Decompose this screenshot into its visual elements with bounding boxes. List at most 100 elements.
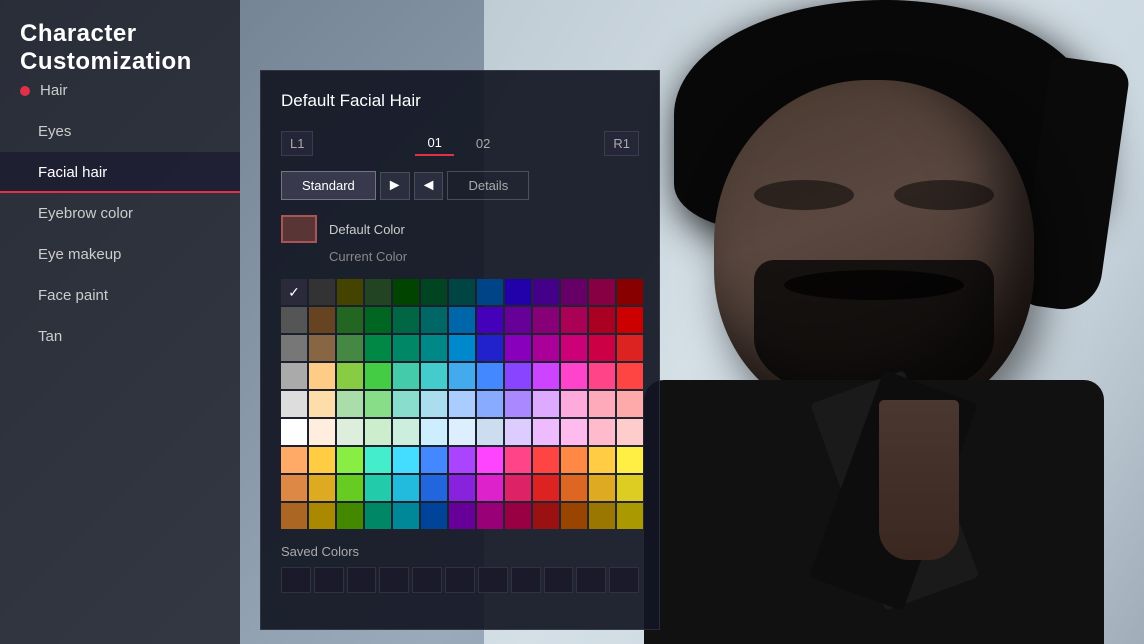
color-cell-8-10[interactable] — [561, 503, 587, 529]
color-cell-8-12[interactable] — [617, 503, 643, 529]
color-cell-8-8[interactable] — [505, 503, 531, 529]
color-cell-5-9[interactable] — [533, 419, 559, 445]
color-cell-4-6[interactable] — [449, 391, 475, 417]
color-cell-1-4[interactable] — [393, 307, 419, 333]
color-cell-5-0[interactable] — [281, 419, 307, 445]
color-cell-2-5[interactable] — [421, 335, 447, 361]
r1-button[interactable]: R1 — [604, 131, 639, 156]
color-cell-7-11[interactable] — [589, 475, 615, 501]
color-cell-4-4[interactable] — [393, 391, 419, 417]
color-cell-0-4[interactable] — [393, 279, 419, 305]
color-cell-8-9[interactable] — [533, 503, 559, 529]
color-cell-6-1[interactable] — [309, 447, 335, 473]
color-cell-6-5[interactable] — [421, 447, 447, 473]
color-cell-3-3[interactable] — [365, 363, 391, 389]
color-cell-1-9[interactable] — [533, 307, 559, 333]
color-cell-3-5[interactable] — [421, 363, 447, 389]
color-cell-7-9[interactable] — [533, 475, 559, 501]
color-cell-3-7[interactable] — [477, 363, 503, 389]
color-cell-3-9[interactable] — [533, 363, 559, 389]
color-cell-7-10[interactable] — [561, 475, 587, 501]
sidebar-item-eye-makeup[interactable]: Eye makeup — [0, 234, 240, 275]
color-cell-2-7[interactable] — [477, 335, 503, 361]
sidebar-item-facial-hair[interactable]: Facial hair — [0, 152, 240, 193]
color-cell-2-8[interactable] — [505, 335, 531, 361]
color-cell-0-12[interactable] — [617, 279, 643, 305]
color-cell-6-11[interactable] — [589, 447, 615, 473]
color-cell-6-2[interactable] — [337, 447, 363, 473]
color-cell-6-12[interactable] — [617, 447, 643, 473]
sidebar-item-tan[interactable]: Tan — [0, 316, 240, 357]
color-cell-5-3[interactable] — [365, 419, 391, 445]
color-cell-1-3[interactable] — [365, 307, 391, 333]
color-cell-0-10[interactable] — [561, 279, 587, 305]
color-cell-0-3[interactable] — [365, 279, 391, 305]
color-cell-3-8[interactable] — [505, 363, 531, 389]
color-cell-1-1[interactable] — [309, 307, 335, 333]
color-cell-6-10[interactable] — [561, 447, 587, 473]
color-cell-6-7[interactable] — [477, 447, 503, 473]
sidebar-item-eyebrow-color[interactable]: Eyebrow color — [0, 193, 240, 234]
color-cell-5-11[interactable] — [589, 419, 615, 445]
color-cell-8-2[interactable] — [337, 503, 363, 529]
color-cell-3-4[interactable] — [393, 363, 419, 389]
saved-color-5[interactable] — [445, 567, 475, 593]
color-cell-0-5[interactable] — [421, 279, 447, 305]
color-cell-4-11[interactable] — [589, 391, 615, 417]
color-cell-8-7[interactable] — [477, 503, 503, 529]
color-cell-3-1[interactable] — [309, 363, 335, 389]
color-cell-6-9[interactable] — [533, 447, 559, 473]
color-cell-8-1[interactable] — [309, 503, 335, 529]
saved-color-1[interactable] — [314, 567, 344, 593]
color-cell-0-11[interactable] — [589, 279, 615, 305]
color-cell-6-0[interactable] — [281, 447, 307, 473]
color-cell-4-9[interactable] — [533, 391, 559, 417]
color-cell-2-2[interactable] — [337, 335, 363, 361]
color-cell-6-3[interactable] — [365, 447, 391, 473]
color-cell-0-6[interactable] — [449, 279, 475, 305]
color-cell-8-11[interactable] — [589, 503, 615, 529]
sidebar-item-eyes[interactable]: Eyes — [0, 111, 240, 152]
color-cell-6-4[interactable] — [393, 447, 419, 473]
color-cell-4-10[interactable] — [561, 391, 587, 417]
saved-color-9[interactable] — [576, 567, 606, 593]
color-cell-7-4[interactable] — [393, 475, 419, 501]
color-cell-0-1[interactable] — [309, 279, 335, 305]
tab-left-arrow[interactable]: ◄ — [414, 172, 444, 200]
saved-color-7[interactable] — [511, 567, 541, 593]
color-cell-2-10[interactable] — [561, 335, 587, 361]
color-cell-2-1[interactable] — [309, 335, 335, 361]
color-check-cell[interactable]: ✓ — [281, 279, 307, 305]
saved-color-6[interactable] — [478, 567, 508, 593]
color-cell-6-8[interactable] — [505, 447, 531, 473]
color-cell-7-7[interactable] — [477, 475, 503, 501]
sidebar-item-face-paint[interactable]: Face paint — [0, 275, 240, 316]
color-cell-8-4[interactable] — [393, 503, 419, 529]
color-cell-1-5[interactable] — [421, 307, 447, 333]
selector-num-02[interactable]: 02 — [464, 132, 502, 155]
color-cell-1-7[interactable] — [477, 307, 503, 333]
selector-num-01[interactable]: 01 — [415, 131, 453, 156]
tab-details[interactable]: Details — [447, 171, 529, 200]
color-cell-7-3[interactable] — [365, 475, 391, 501]
color-cell-1-8[interactable] — [505, 307, 531, 333]
color-cell-2-11[interactable] — [589, 335, 615, 361]
color-cell-3-12[interactable] — [617, 363, 643, 389]
color-cell-4-2[interactable] — [337, 391, 363, 417]
color-cell-7-12[interactable] — [617, 475, 643, 501]
color-cell-5-2[interactable] — [337, 419, 363, 445]
color-cell-8-5[interactable] — [421, 503, 447, 529]
saved-color-10[interactable] — [609, 567, 639, 593]
saved-color-3[interactable] — [379, 567, 409, 593]
color-cell-7-5[interactable] — [421, 475, 447, 501]
color-cell-1-6[interactable] — [449, 307, 475, 333]
color-cell-5-5[interactable] — [421, 419, 447, 445]
color-cell-7-1[interactable] — [309, 475, 335, 501]
color-cell-3-10[interactable] — [561, 363, 587, 389]
color-cell-5-1[interactable] — [309, 419, 335, 445]
color-cell-1-11[interactable] — [589, 307, 615, 333]
color-cell-4-8[interactable] — [505, 391, 531, 417]
saved-color-8[interactable] — [544, 567, 574, 593]
saved-color-2[interactable] — [347, 567, 377, 593]
color-cell-5-4[interactable] — [393, 419, 419, 445]
